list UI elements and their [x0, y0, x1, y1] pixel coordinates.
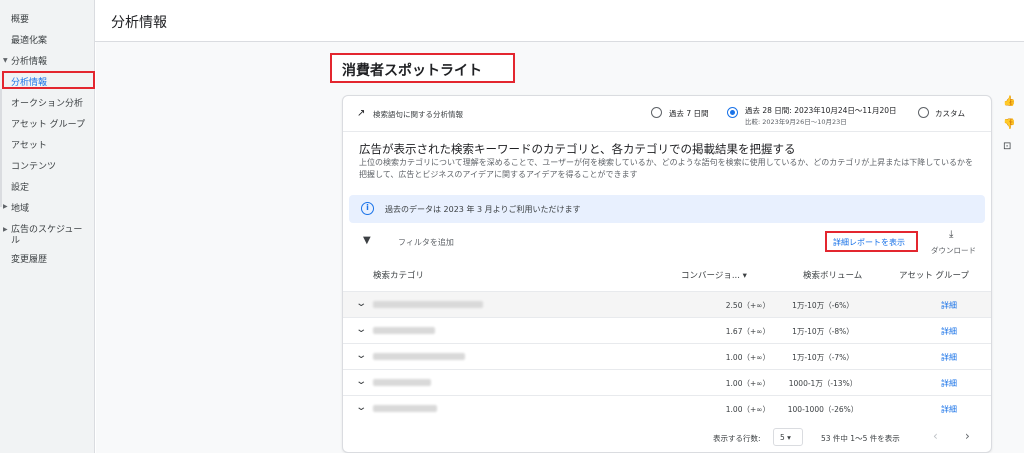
conversion-cell: 1.00（+∞） — [725, 405, 770, 414]
download-button[interactable]: ダウンロード — [931, 245, 976, 256]
column-header-asset-group[interactable]: アセット グループ — [899, 269, 969, 281]
table-row[interactable]: ⌄ 1.00（+∞） 100-1000（-26%） 詳細 — [343, 395, 991, 421]
expand-row-icon[interactable]: ⌄ — [355, 402, 367, 413]
radio-7days-label[interactable]: 過去 7 日間 — [669, 108, 709, 119]
column-header-volume[interactable]: 検索ボリューム — [803, 269, 862, 281]
filter-icon[interactable]: ▼ — [363, 235, 371, 246]
expand-row-icon[interactable]: ⌄ — [355, 298, 367, 309]
sidebar: 概要 最適化案 ▼ 分析情報 分析情報 オークション分析 アセット グループ ア… — [0, 0, 95, 453]
top-bar: 分析情報 — [95, 0, 1024, 42]
conversion-cell: 1.67（+∞） — [725, 327, 770, 336]
column-header-conversions[interactable]: コンバージョ... ▾ — [681, 269, 747, 281]
download-icon[interactable]: ⤓ — [949, 229, 953, 240]
radio-custom-label[interactable]: カスタム — [935, 108, 965, 119]
redacted-category — [373, 405, 437, 412]
sidebar-item-change-history[interactable]: 変更履歴 — [11, 252, 47, 265]
sidebar-item-insights-group[interactable]: 分析情報 — [11, 54, 47, 67]
expand-row-icon[interactable]: ⌄ — [355, 324, 367, 335]
next-page-icon[interactable]: › — [965, 429, 970, 443]
volume-cell: 1万-10万（-7%） — [792, 353, 854, 362]
expand-arrow-icon[interactable]: ▶ — [3, 203, 8, 210]
detail-link[interactable]: 詳細 — [941, 378, 957, 389]
volume-cell: 1000-1万（-13%） — [788, 379, 858, 388]
report-link-highlight: 詳細レポートを表示 — [825, 231, 918, 252]
column-header-category[interactable]: 検索カテゴリ — [373, 269, 424, 281]
radio-28days-label[interactable]: 過去 28 日間: 2023年10月24日～11月20日 — [745, 105, 896, 116]
sidebar-item-insights[interactable]: 分析情報 — [11, 75, 47, 88]
info-text: 過去のデータは 2023 年 3 月よりご利用いただけます — [385, 205, 581, 214]
info-icon: i — [361, 202, 374, 215]
redacted-category — [373, 353, 465, 360]
card-header: ↗ 検索語句に関する分析情報 過去 7 日間 過去 28 日間: 2023年10… — [343, 96, 991, 132]
collapse-arrow-icon[interactable]: ▼ — [3, 57, 8, 64]
compare-range-label: 比較: 2023年9月26日～10月23日 — [745, 118, 847, 126]
card-description: 上位の検索カテゴリについて理解を深めることで、ユーザーが何を検索しているか、どの… — [359, 158, 973, 179]
conversion-cell: 1.00（+∞） — [725, 353, 770, 362]
thumbs-up-icon[interactable]: 👍 — [1003, 96, 1015, 107]
page-title: 分析情報 — [111, 15, 167, 31]
sidebar-item-recommendations[interactable]: 最適化案 — [11, 33, 47, 46]
expand-arrow-icon[interactable]: ▶ — [3, 226, 8, 233]
sidebar-item-overview[interactable]: 概要 — [11, 12, 29, 25]
radio-custom[interactable] — [918, 107, 929, 118]
view-detailed-report-link[interactable]: 詳細レポートを表示 — [833, 237, 905, 248]
table-row[interactable]: ⌄ 1.00（+∞） 1万-10万（-7%） 詳細 — [343, 343, 991, 369]
volume-cell: 100-1000（-26%） — [787, 405, 859, 414]
prev-page-icon[interactable]: ‹ — [933, 429, 938, 443]
conversion-cell: 1.00（+∞） — [725, 379, 770, 388]
card-header-label: 検索語句に関する分析情報 — [373, 110, 463, 119]
card-heading: 広告が表示された検索キーワードのカテゴリと、各カテゴリでの掲載結果を把握する — [359, 142, 796, 156]
table-row[interactable]: ⌄ 1.00（+∞） 1000-1万（-13%） 詳細 — [343, 369, 991, 395]
sidebar-item-content[interactable]: コンテンツ — [11, 159, 56, 172]
sidebar-item-ad-schedule[interactable]: 広告のスケジュー — [11, 222, 82, 235]
detail-link[interactable]: 詳細 — [941, 326, 957, 337]
pagination-range: 53 件中 1～5 件を表示 — [821, 434, 900, 443]
sidebar-item-ad-schedule-cont[interactable]: ル — [11, 233, 20, 246]
radio-7days[interactable] — [651, 107, 662, 118]
rows-per-page-select[interactable]: 5 ▾ — [773, 428, 803, 446]
rows-per-page-label: 表示する行数: — [713, 434, 761, 443]
expand-row-icon[interactable]: ⌄ — [355, 350, 367, 361]
feedback-icon[interactable]: ⊡ — [1003, 141, 1011, 152]
thumbs-down-icon[interactable]: 👎 — [1003, 119, 1015, 130]
section-title-highlight: 消費者スポットライト — [330, 53, 515, 83]
sidebar-tree-line — [0, 89, 7, 207]
sidebar-item-assets[interactable]: アセット — [11, 138, 47, 151]
detail-link[interactable]: 詳細 — [941, 300, 957, 311]
redacted-category — [373, 301, 483, 308]
volume-cell: 1万-10万（-6%） — [792, 301, 854, 310]
conversion-cell: 2.50（+∞） — [725, 301, 770, 310]
trend-icon: ↗ — [357, 108, 366, 119]
table-row[interactable]: ⌄ 2.50（+∞） 1万-10万（-6%） 詳細 — [343, 291, 991, 317]
volume-cell: 1万-10万（-8%） — [792, 327, 854, 336]
sidebar-item-locations[interactable]: 地域 — [11, 201, 29, 214]
radio-28days[interactable] — [727, 107, 738, 118]
expand-row-icon[interactable]: ⌄ — [355, 376, 367, 387]
redacted-category — [373, 379, 431, 386]
section-title: 消費者スポットライト — [342, 63, 482, 79]
table-row[interactable]: ⌄ 1.67（+∞） 1万-10万（-8%） 詳細 — [343, 317, 991, 343]
spotlight-card: ↗ 検索語句に関する分析情報 過去 7 日間 過去 28 日間: 2023年10… — [342, 95, 992, 453]
sidebar-item-settings[interactable]: 設定 — [11, 180, 29, 193]
redacted-category — [373, 327, 435, 334]
info-banner: i 過去のデータは 2023 年 3 月よりご利用いただけます — [349, 195, 985, 223]
add-filter-button[interactable]: フィルタを追加 — [398, 237, 454, 248]
detail-link[interactable]: 詳細 — [941, 352, 957, 363]
sidebar-item-asset-groups[interactable]: アセット グループ — [11, 117, 85, 130]
detail-link[interactable]: 詳細 — [941, 404, 957, 415]
sidebar-item-auction-insights[interactable]: オークション分析 — [11, 96, 83, 109]
